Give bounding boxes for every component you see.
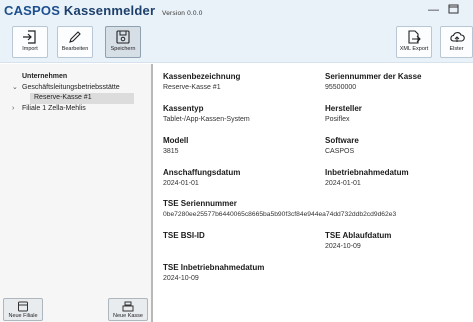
field-value: Posiflex	[325, 116, 350, 123]
field-label: TSE Seriennummer	[163, 199, 237, 208]
app-brand: CASPOS	[4, 3, 61, 18]
xml-export-button[interactable]: XML Export	[396, 26, 432, 58]
save-label: Speichern	[110, 46, 136, 52]
tree-item-label: Geschäftsleitungsbetriebsstätte	[22, 83, 120, 91]
register-details: Kassenbezeichnung Reserve-Kasse #1 Serie…	[155, 64, 473, 322]
field-label: TSE Inbetriebnahmedatum	[163, 263, 265, 272]
field-label: Modell	[163, 136, 189, 145]
field-software: Software CASPOS	[325, 136, 359, 155]
field-modell: Modell 3815	[163, 136, 188, 155]
field-value: 0be7280ee25577b6440065c8665ba5b90f3cf84e…	[163, 211, 397, 218]
title-bar: CASPOS Kassenmelder Version 0.0.0 —	[0, 0, 473, 22]
import-button[interactable]: Import	[12, 26, 48, 58]
store-icon	[18, 301, 28, 312]
field-value: Reserve-Kasse #1	[163, 84, 221, 91]
edit-button[interactable]: Bearbeiten	[57, 26, 93, 58]
app-title: CASPOS Kassenmelder Version 0.0.0	[4, 3, 203, 18]
field-label: Seriennummer der Kasse	[325, 72, 422, 81]
field-tse-bsi-id: TSE BSI-ID	[163, 231, 205, 243]
save-icon	[116, 30, 130, 44]
field-tse-ablaufdatum: TSE Ablaufdatum 2024-10-09	[325, 231, 391, 250]
export-icon	[408, 30, 421, 44]
field-label: Kassenbezeichnung	[163, 72, 241, 81]
new-register-label: Neue Kasse	[113, 313, 143, 319]
field-label: Anschaffungsdatum	[163, 168, 241, 177]
field-tse-inbetriebnahmedatum: TSE Inbetriebnahmedatum 2024-10-09	[163, 263, 264, 282]
import-label: Import	[22, 46, 38, 52]
field-hersteller: Hersteller Posiflex	[325, 104, 362, 123]
toolbar: Import Bearbeiten Speichern XML Export E…	[0, 22, 473, 63]
new-branch-button[interactable]: Neue Filiale	[3, 298, 43, 321]
chevron-right-icon[interactable]: ›	[12, 104, 14, 115]
minimize-icon[interactable]: —	[428, 4, 439, 16]
field-label: TSE BSI-ID	[163, 231, 205, 240]
field-label: Software	[325, 136, 359, 145]
save-button[interactable]: Speichern	[105, 26, 141, 58]
field-label: Inbetriebnahmedatum	[325, 168, 409, 177]
field-label: TSE Ablaufdatum	[325, 231, 392, 240]
field-label: Hersteller	[325, 104, 362, 113]
field-value: Tablet-/App-Kassen-System	[163, 116, 250, 123]
edit-label: Bearbeiten	[61, 46, 89, 52]
field-value: 2024-10-09	[163, 275, 199, 282]
new-register-button[interactable]: Neue Kasse	[108, 298, 148, 321]
cash-register-icon	[122, 301, 134, 312]
field-value: 95500000	[325, 84, 357, 91]
elster-label: Elster	[449, 46, 464, 52]
chevron-down-icon[interactable]: ⌄	[12, 83, 18, 94]
tree-item-branch-1[interactable]: › Filiale 1 Zella-Mehlis	[12, 104, 134, 115]
tree-item-reserve-register[interactable]: Reserve-Kasse #1	[30, 93, 134, 104]
field-value: 3815	[163, 148, 179, 155]
tree-item-label: Filiale 1 Zella-Mehlis	[22, 104, 86, 112]
field-tse-seriennummer: TSE Seriennummer 0be7280ee25577b6440065c…	[163, 199, 396, 218]
field-inbetriebnahmedatum: Inbetriebnahmedatum 2024-01-01	[325, 168, 409, 187]
cloud-upload-icon	[449, 32, 465, 42]
field-anschaffungsdatum: Anschaffungsdatum 2024-01-01	[163, 168, 240, 187]
field-value: CASPOS	[325, 148, 355, 155]
maximize-icon[interactable]	[448, 4, 459, 17]
app-version: Version 0.0.0	[162, 10, 203, 17]
elster-button[interactable]: Elster	[440, 26, 473, 58]
company-tree: Unternehmen ⌄ Geschäftsleitungsbetriebss…	[12, 72, 134, 114]
sidebar: Unternehmen ⌄ Geschäftsleitungsbetriebss…	[0, 64, 153, 322]
field-kassenbezeichnung: Kassenbezeichnung Reserve-Kasse #1	[163, 72, 240, 91]
app-name: Kassenmelder	[63, 3, 156, 18]
pencil-icon	[69, 31, 81, 43]
field-label: Kassentyp	[163, 104, 204, 113]
field-kassentyp: Kassentyp Tablet-/App-Kassen-System	[163, 104, 250, 123]
xml-export-label: XML Export	[399, 46, 429, 52]
field-value: 2024-01-01	[163, 180, 199, 187]
import-icon	[23, 30, 36, 44]
field-seriennummer: Seriennummer der Kasse 95500000	[325, 72, 422, 91]
field-value: 2024-10-09	[325, 243, 361, 250]
tree-root-company[interactable]: Unternehmen	[12, 72, 134, 83]
field-value: 2024-01-01	[325, 180, 361, 187]
new-branch-label: Neue Filiale	[8, 313, 38, 319]
tree-item-headquarters[interactable]: ⌄ Geschäftsleitungsbetriebsstätte	[12, 83, 134, 94]
